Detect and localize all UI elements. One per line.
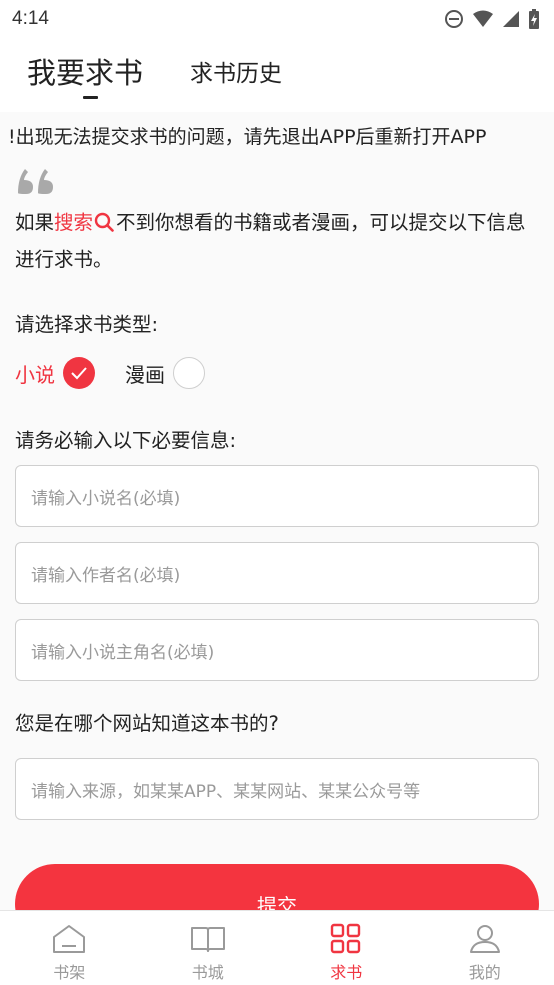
type-option-novel-label: 小说	[15, 362, 55, 387]
source-placeholder: 请输入来源，如某某APP、某某网站、某某公众号等	[31, 781, 421, 802]
nav-label-bookshelf: 书架	[53, 963, 86, 982]
book-icon	[190, 927, 225, 952]
user-icon	[469, 925, 500, 953]
intro-search-link[interactable]: 搜索	[54, 211, 93, 234]
nav-item-bookshelf[interactable]: 书架	[0, 911, 139, 985]
novel-name-input[interactable]: 请输入小说名(必填)	[15, 465, 539, 527]
author-input[interactable]: 请输入作者名(必填)	[15, 542, 539, 604]
type-option-comic-label: 漫画	[125, 362, 165, 387]
submit-button[interactable]: 提交	[15, 864, 539, 910]
nav-item-request[interactable]: 求书	[277, 911, 416, 985]
nav-label-request: 求书	[330, 963, 363, 982]
tab-request-book[interactable]: 我要求书	[27, 50, 143, 92]
type-label: 请选择求书类型:	[15, 313, 159, 336]
battery-icon	[529, 9, 539, 29]
quote-icon	[18, 169, 53, 194]
wifi-icon	[473, 10, 493, 27]
tab-indicator	[83, 96, 98, 99]
protagonist-placeholder: 请输入小说主角名(必填)	[31, 642, 215, 663]
novel-name-placeholder: 请输入小说名(必填)	[31, 488, 181, 509]
type-option-novel[interactable]: 小说	[15, 357, 95, 389]
check-icon	[63, 357, 95, 389]
tab-request-history[interactable]: 求书历史	[190, 54, 282, 88]
author-placeholder: 请输入作者名(必填)	[31, 565, 181, 586]
do-not-disturb-icon	[445, 10, 463, 28]
notice-marquee: !出现无法提交求书的问题，请先退出APP后重新打开APP	[0, 122, 554, 152]
intro-prefix: 如果	[15, 211, 55, 234]
bookshelf-icon	[53, 925, 86, 953]
protagonist-input[interactable]: 请输入小说主角名(必填)	[15, 619, 539, 681]
status-icons	[444, 9, 540, 29]
nav-item-profile[interactable]: 我的	[416, 911, 554, 985]
notice-text: !出现无法提交求书的问题，请先退出APP后重新打开APP	[8, 126, 487, 148]
source-label: 您是在哪个网站知道这本书的?	[15, 712, 279, 735]
submit-label: 提交	[257, 894, 297, 910]
nav-item-bookstore[interactable]: 书城	[139, 911, 278, 985]
request-form: !出现无法提交求书的问题，请先退出APP后重新打开APP 如果搜索 不到你想看的书…	[0, 112, 554, 910]
search-icon	[94, 212, 114, 232]
bottom-nav: 书架 书城 求书 我的	[0, 910, 554, 985]
nav-label-bookstore: 书城	[191, 963, 224, 982]
source-input[interactable]: 请输入来源，如某某APP、某某网站、某某公众号等	[15, 758, 539, 820]
nav-label-profile: 我的	[468, 963, 501, 982]
intro-text: 如果搜索 不到你想看的书籍或者漫画，可以提交以下信息进行求书。	[15, 204, 545, 278]
radio-empty-icon	[173, 357, 205, 389]
required-label: 请务必输入以下必要信息:	[15, 429, 237, 452]
grid-icon	[331, 923, 361, 954]
status-bar: 4:14	[0, 0, 554, 38]
type-option-comic[interactable]: 漫画	[125, 357, 205, 389]
tab-bar: 我要求书 求书历史	[0, 40, 554, 112]
status-time: 4:14	[12, 8, 49, 29]
signal-icon	[503, 11, 519, 27]
type-selector: 小说 漫画	[15, 355, 235, 391]
